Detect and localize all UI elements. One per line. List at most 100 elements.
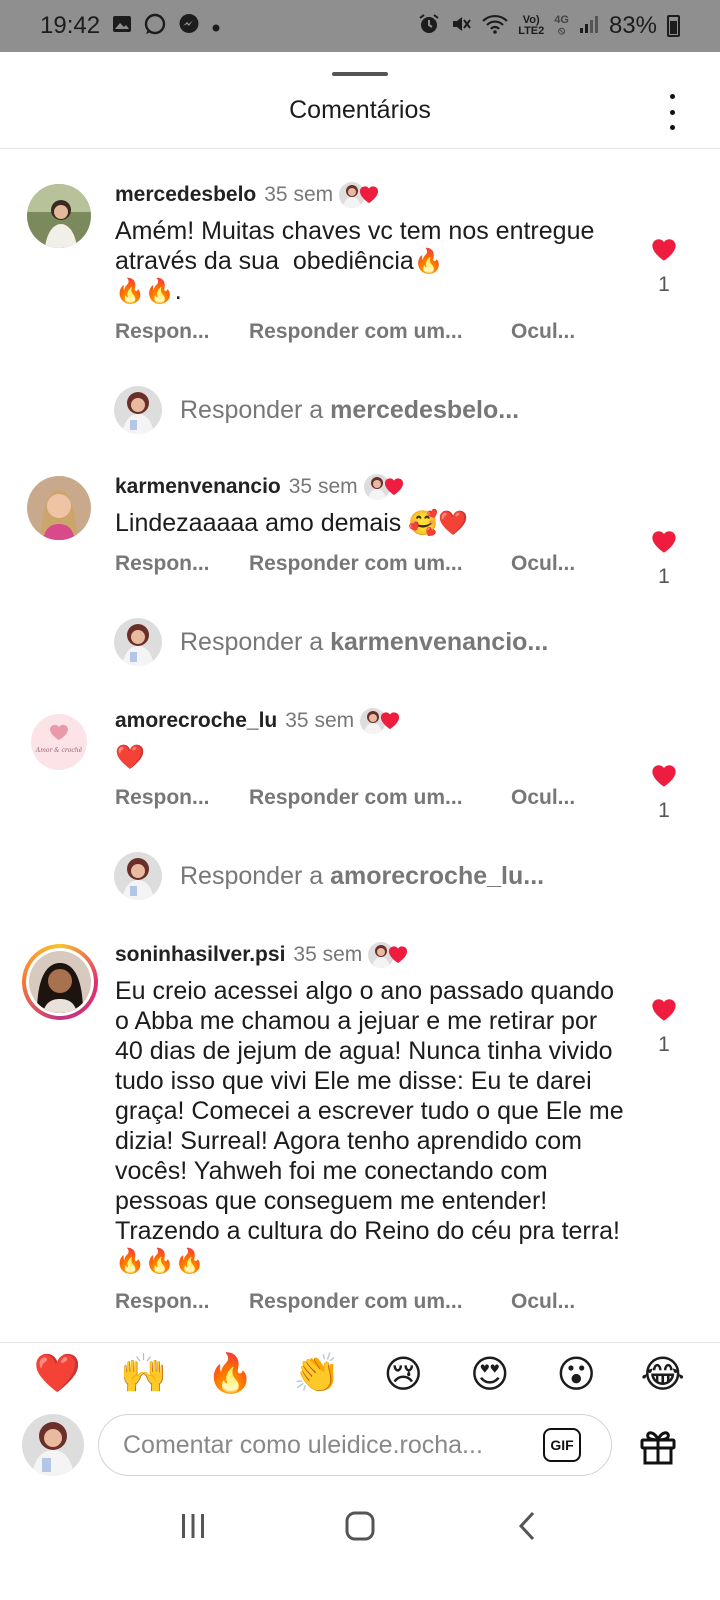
reply-prompt-prefix: Responder a [180,395,324,424]
reply-with-button[interactable]: Responder com um... [249,786,511,810]
avatar [29,951,91,1013]
comment-text-content: Amém! Muitas chaves vc tem nos entregue … [115,217,602,275]
avatar [114,386,162,434]
hide-button[interactable]: Ocul... [511,320,575,344]
more-options-icon[interactable] [660,94,684,130]
smiling-hearts-emoji: 🥰 [408,510,439,537]
like-button[interactable]: 1 [644,996,684,1057]
emoji-crying-button[interactable]: 😢 [373,1352,433,1396]
avatar-logo-text: Amor & crochê [35,747,83,754]
fire-emoji: 🔥 [174,1248,205,1275]
reply-button[interactable]: Respon... [115,786,249,810]
avatar [114,618,162,666]
comment-header: mercedesbelo 35 sem [115,180,625,210]
comment-body: mercedesbelo 35 sem Amém! Muitas chaves … [115,180,625,346]
reply-with-button[interactable]: Responder com um... [249,320,511,344]
comment-actions: Respon... Responder com um... Ocul... [115,550,625,578]
heart-icon[interactable] [650,996,678,1022]
reply-prompt-user: mercedesbelo... [330,395,520,424]
emoji-laughing-button[interactable]: 😂 [633,1352,693,1396]
comment-time: 35 sem [288,475,358,498]
sheet-grabber[interactable] [332,72,388,76]
status-time: 19:42 [40,12,101,39]
heart-icon[interactable] [650,528,678,554]
emoji-heart-button[interactable]: ❤️ [27,1351,87,1396]
alarm-icon [418,13,440,39]
notification-dot-icon [212,16,220,36]
status-bar: 19:42 Vo) LTE2 4G ⦸ 83% [0,0,720,52]
reply-prompt-text: Responder a amorecroche_lu... [180,862,544,891]
avatar-story-ring[interactable] [22,944,98,1020]
like-count: 1 [658,1033,670,1056]
comment-text: Lindezaaaaa amo demais 🥰❤️ [115,508,625,538]
reply-button[interactable]: Respon... [115,552,249,576]
back-button[interactable] [497,1501,557,1551]
fire-emoji: 🔥 [413,248,444,275]
like-button[interactable]: 1 [644,236,684,297]
heart-icon [389,946,408,964]
reply-prompt[interactable]: Responder a karmenvenancio... [114,616,674,668]
avatar-ring-gap [26,948,94,1016]
gift-icon[interactable] [638,1426,678,1466]
emoji-raised-hands-button[interactable]: 🙌 [114,1351,174,1396]
avatar[interactable]: Amor & crochê [27,710,91,774]
hide-button[interactable]: Ocul... [511,552,575,576]
like-button[interactable]: 1 [644,528,684,589]
comment-username[interactable]: mercedesbelo [115,183,256,207]
creator-liked-badge [368,940,416,970]
wifi-icon [482,13,508,39]
fire-emoji: 🔥 [115,1248,145,1275]
recent-apps-icon [182,1514,205,1538]
avatar[interactable] [27,184,91,248]
emoji-fire-button[interactable]: 🔥 [200,1351,260,1396]
reply-button[interactable]: Respon... [115,1290,249,1314]
lte-bottom-label: LTE2 [518,25,545,37]
reply-button[interactable]: Respon... [115,320,249,344]
heart-icon[interactable] [650,762,678,788]
back-icon [518,1511,534,1541]
hide-button[interactable]: Ocul... [511,1290,575,1314]
emoji-quick-bar: ❤️ 🙌 🔥 👏 😢 😍 😮 😂 [0,1342,720,1404]
comment-username[interactable]: amorecroche_lu [115,709,277,733]
status-right: Vo) LTE2 4G ⦸ 83% [418,12,680,40]
signal-icon [579,14,599,38]
recent-apps-button[interactable] [163,1501,223,1551]
heart-icon [384,478,403,496]
home-icon [345,1511,375,1541]
gif-button[interactable]: GIF [543,1428,581,1462]
reply-prompt[interactable]: Responder a mercedesbelo... [114,384,674,436]
heart-icon[interactable] [650,236,678,262]
comment-text: ❤️ [115,742,625,772]
like-button[interactable]: 1 [644,762,684,823]
comment-header: amorecroche_lu 35 sem [115,706,625,736]
reply-prompt[interactable]: Responder a amorecroche_lu... [114,850,674,902]
avatar[interactable] [27,476,91,540]
messenger-icon [178,13,200,39]
emoji-clap-button[interactable]: 👏 [287,1351,347,1396]
avatar [114,852,162,900]
home-button[interactable] [330,1501,390,1551]
comment-text-end: . [174,277,182,305]
emoji-surprised-button[interactable]: 😮 [546,1352,606,1396]
reply-with-button[interactable]: Responder com um... [249,552,511,576]
comment-actions: Respon... Responder com um... Ocul... [115,784,625,812]
creator-liked-badge [339,180,387,210]
fire-emoji: 🔥 [144,1248,175,1275]
battery-icon [667,15,680,37]
reply-prompt-prefix: Responder a [180,861,324,890]
comment-actions: Respon... Responder com um... Ocul... [115,1288,625,1316]
comment-username[interactable]: soninhasilver.psi [115,943,285,967]
reply-with-button[interactable]: Responder com um... [249,1290,511,1314]
comment-header: soninhasilver.psi 35 sem [115,940,625,970]
comment-username[interactable]: karmenvenancio [115,475,281,499]
comment-input[interactable]: Comentar como uleidice.rocha... GIF [98,1414,612,1476]
hide-button[interactable]: Ocul... [511,786,575,810]
emoji-heart-eyes-button[interactable]: 😍 [460,1352,520,1396]
sheet-divider [0,148,720,149]
like-count: 1 [658,565,670,588]
reply-prompt-user: amorecroche_lu... [330,861,545,890]
mute-icon [450,13,472,39]
comments-list[interactable]: mercedesbelo 35 sem Amém! Muitas chaves … [0,150,720,1358]
reply-prompt-text: Responder a karmenvenancio... [180,628,548,657]
net-4g-label: 4G [554,14,569,26]
